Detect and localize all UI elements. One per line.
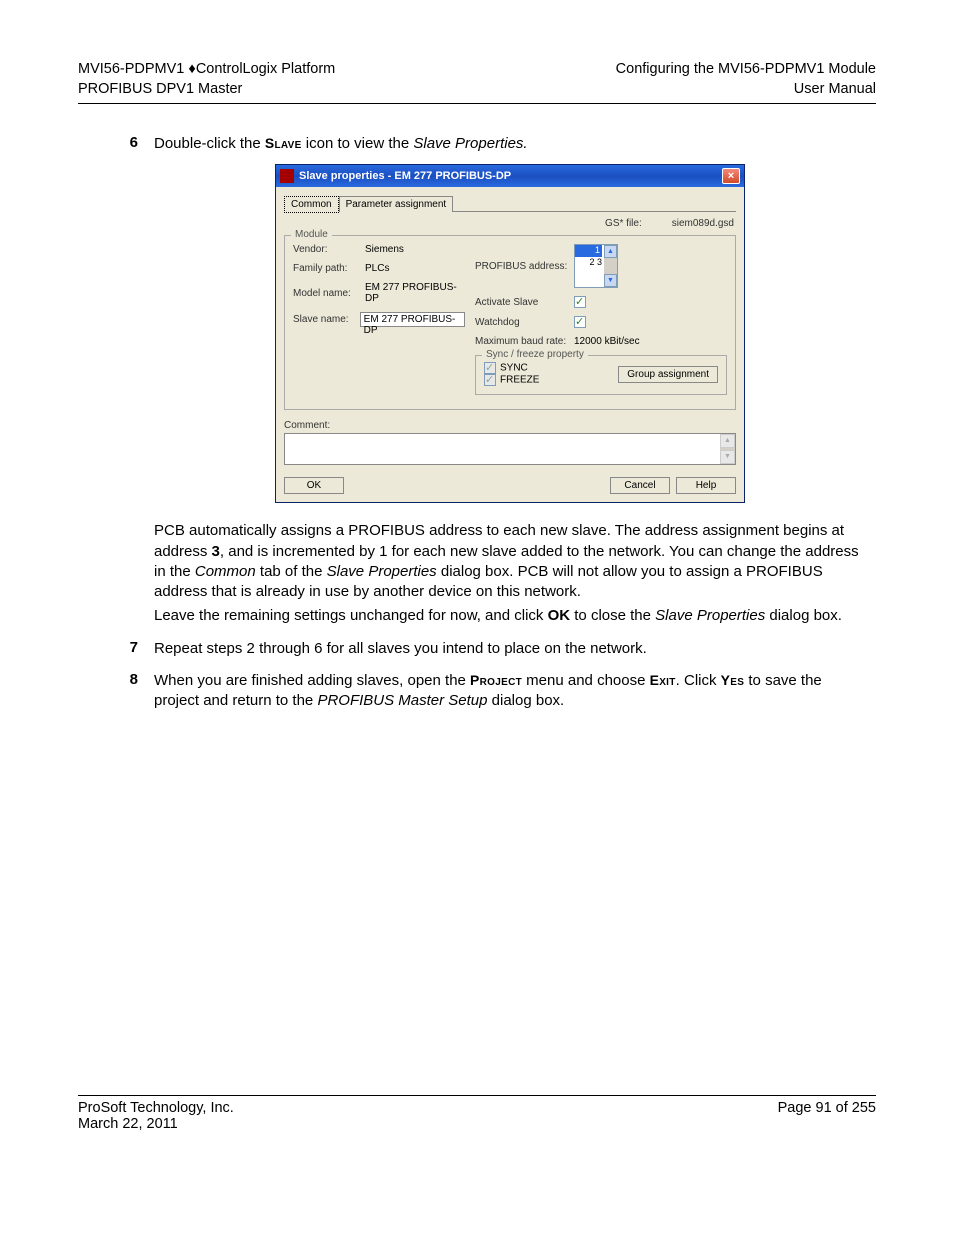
- comment-scroll-up-icon: ▲: [720, 434, 735, 448]
- step-6-num: 6: [118, 134, 138, 631]
- footer-date: March 22, 2011: [78, 1116, 234, 1132]
- hdr-left2: PROFIBUS DPV1 Master: [78, 80, 335, 100]
- close-icon[interactable]: ×: [722, 168, 740, 184]
- cancel-button[interactable]: Cancel: [610, 477, 670, 494]
- dialog-title: Slave properties - EM 277 PROFIBUS-DP: [299, 170, 511, 182]
- sync-freeze-legend: Sync / freeze property: [482, 349, 588, 360]
- activate-slave-label: Activate Slave: [475, 297, 570, 308]
- profibus-address-list[interactable]: 1 2 3 ▲ ▼: [574, 244, 618, 288]
- model-label: Model name:: [293, 288, 361, 299]
- freeze-checkbox: [484, 374, 496, 386]
- ok-button[interactable]: OK: [284, 477, 344, 494]
- sync-label: SYNC: [500, 363, 528, 374]
- gsfile-label: GS* file:: [605, 218, 642, 229]
- dialog-tabs: CommonParameter assignment: [284, 195, 736, 212]
- addr-opt-2[interactable]: 2: [589, 257, 594, 267]
- vendor-label: Vendor:: [293, 244, 361, 255]
- step-8: 8 When you are finished adding slaves, o…: [118, 671, 866, 716]
- footer-company: ProSoft Technology, Inc.: [78, 1100, 234, 1116]
- scroll-down-icon[interactable]: ▼: [604, 274, 617, 287]
- family-label: Family path:: [293, 263, 361, 274]
- page-footer: ProSoft Technology, Inc. March 22, 2011 …: [78, 1095, 876, 1132]
- activate-slave-checkbox[interactable]: [574, 296, 586, 308]
- addr-opt-1[interactable]: 1: [575, 245, 602, 257]
- slave-properties-ref: Slave Properties.: [413, 135, 527, 152]
- slave-properties-dialog: Slave properties - EM 277 PROFIBUS-DP × …: [275, 164, 745, 503]
- group-assignment-button[interactable]: Group assignment: [618, 366, 718, 383]
- comment-textarea[interactable]: ▲▼: [284, 433, 736, 465]
- slavename-input[interactable]: EM 277 PROFIBUS-DP: [360, 312, 465, 327]
- slavename-label: Slave name:: [293, 314, 356, 325]
- sync-freeze-groupbox: Sync / freeze property SYNC FREEZE Group…: [475, 355, 727, 395]
- maxbaud-value: 12000 kBit/sec: [574, 336, 640, 347]
- maxbaud-label: Maximum baud rate:: [475, 336, 570, 347]
- vendor-value: Siemens: [365, 244, 465, 255]
- hdr-left-model: MVI56-PDPMV1: [78, 61, 184, 77]
- watchdog-checkbox[interactable]: [574, 316, 586, 328]
- step-7: 7 Repeat steps 2 through 6 for all slave…: [118, 639, 866, 663]
- hdr-right1: Configuring the MVI56-PDPMV1 Module: [616, 60, 876, 80]
- model-value: EM 277 PROFIBUS-DP: [365, 282, 465, 304]
- hdr-diamond: [188, 61, 195, 77]
- family-value: PLCs: [365, 263, 465, 274]
- scroll-up-icon[interactable]: ▲: [604, 245, 617, 258]
- hdr-right2: User Manual: [616, 80, 876, 100]
- step-6: 6 Double-click the Slave icon to view th…: [118, 134, 866, 631]
- dialog-titlebar: Slave properties - EM 277 PROFIBUS-DP ×: [276, 165, 744, 187]
- page-header: MVI56-PDPMV1 ControlLogix Platform PROFI…: [78, 60, 876, 104]
- watchdog-label: Watchdog: [475, 317, 570, 328]
- module-groupbox: Module Vendor:Siemens Family path:PLCs M…: [284, 235, 736, 410]
- hdr-left-platform: ControlLogix Platform: [196, 61, 335, 77]
- gsfile-value: siem089d.gsd: [672, 218, 734, 229]
- tab-common[interactable]: Common: [284, 196, 339, 213]
- tab-parameter-assignment[interactable]: Parameter assignment: [339, 196, 454, 212]
- addr-opt-3[interactable]: 3: [597, 257, 602, 267]
- slave-word: Slave: [265, 135, 302, 151]
- app-icon: [280, 169, 294, 183]
- profibus-address-label: PROFIBUS address:: [475, 261, 570, 272]
- help-button[interactable]: Help: [676, 477, 736, 494]
- freeze-label: FREEZE: [500, 375, 539, 386]
- module-legend: Module: [291, 229, 332, 240]
- comment-label: Comment:: [284, 420, 736, 431]
- comment-scroll-down-icon: ▼: [720, 450, 735, 464]
- footer-page: Page 91 of 255: [778, 1100, 876, 1132]
